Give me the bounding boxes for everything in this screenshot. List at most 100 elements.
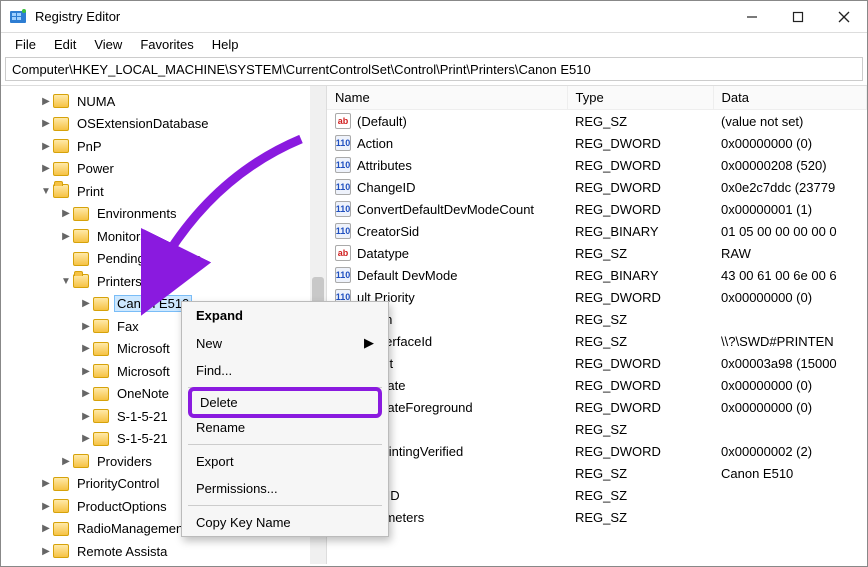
table-row[interactable]: abriptionREG_SZ [327,308,867,330]
tree-item[interactable]: Fax [115,319,141,334]
table-row[interactable]: abceInterfaceIdREG_SZ\\?\SWD#PRINTEN [327,330,867,352]
caret-right-icon[interactable]: ▶ [79,388,93,399]
ctx-rename[interactable]: Rename [182,414,388,441]
tree-item[interactable]: ProductOptions [75,499,169,514]
col-name[interactable]: Name [327,86,567,110]
table-row[interactable]: ab(Default)REG_SZ(value not set) [327,110,867,133]
caret-right-icon[interactable]: ▶ [39,478,53,489]
table-row[interactable]: abctGUIDREG_SZ [327,484,867,506]
value-type: REG_DWORD [567,352,713,374]
folder-icon [93,297,109,311]
regedit-app-icon [9,8,27,26]
value-list[interactable]: Name Type Data ab(Default)REG_SZ(value n… [327,86,867,564]
caret-right-icon[interactable]: ▶ [79,298,93,309]
menu-favorites[interactable]: Favorites [132,35,201,54]
tree-item[interactable]: Providers [95,454,154,469]
caret-right-icon[interactable]: ▶ [39,163,53,174]
context-menu: Expand New▶ Find... Delete Rename Export… [181,301,389,537]
ctx-copykey[interactable]: Copy Key Name [182,509,388,536]
value-type: REG_DWORD [567,198,713,220]
table-row[interactable]: abtionREG_SZ [327,418,867,440]
value-data [713,418,867,440]
close-button[interactable] [821,1,867,33]
ctx-expand[interactable]: Expand [182,302,388,329]
value-type: REG_DWORD [567,440,713,462]
col-data[interactable]: Data [713,86,867,110]
table-row[interactable]: 110ActionREG_DWORD0x00000000 (0) [327,132,867,154]
table-row[interactable]: abDatatypeREG_SZRAW [327,242,867,264]
maximize-button[interactable] [775,1,821,33]
table-row[interactable]: 110ConvertDefaultDevModeCountREG_DWORD0x… [327,198,867,220]
menu-edit[interactable]: Edit [46,35,84,54]
caret-right-icon[interactable]: ▶ [79,366,93,377]
col-type[interactable]: Type [567,86,713,110]
tree-item[interactable]: Microsoft [115,341,172,356]
value-type: REG_BINARY [567,220,713,242]
caret-right-icon[interactable]: ▶ [39,501,53,512]
table-row[interactable]: 110ChangeIDREG_DWORD0x0e2c7ddc (23779 [327,176,867,198]
caret-right-icon[interactable]: ▶ [39,118,53,129]
table-row[interactable]: 110ult PriorityREG_DWORD0x00000000 (0) [327,286,867,308]
table-row[interactable]: 110Default DevModeREG_BINARY43 00 61 00 … [327,264,867,286]
caret-right-icon[interactable]: ▶ [59,456,73,467]
table-row[interactable]: 110yUpdateForegroundREG_DWORD0x00000000 … [327,396,867,418]
ctx-new[interactable]: New▶ [182,329,388,357]
folder-icon [53,94,69,108]
tree-item[interactable]: Print [75,184,106,199]
tree-item[interactable]: Printers [95,274,144,289]
caret-right-icon[interactable]: ▶ [79,343,93,354]
caret-down-icon[interactable]: ▼ [59,276,73,287]
value-data: 0x00003a98 (15000 [713,352,867,374]
table-row[interactable]: 110yUpdateREG_DWORD0x00000000 (0) [327,374,867,396]
folder-icon [53,544,69,558]
value-type: REG_DWORD [567,132,713,154]
table-row[interactable]: abeREG_SZCanon E510 [327,462,867,484]
caret-right-icon[interactable]: ▶ [79,411,93,422]
tree-item[interactable]: RadioManagement [75,521,189,536]
tree-item[interactable]: OneNote [115,386,171,401]
menu-help[interactable]: Help [204,35,247,54]
value-data: 01 05 00 00 00 00 0 [713,220,867,242]
menu-view[interactable]: View [86,35,130,54]
ctx-permissions[interactable]: Permissions... [182,475,388,502]
caret-right-icon[interactable]: ▶ [59,231,73,242]
tree-item[interactable]: Environments [95,206,178,221]
tree-item[interactable]: PnP [75,139,104,154]
ctx-find[interactable]: Find... [182,357,388,384]
separator [188,444,382,445]
caret-right-icon[interactable]: ▶ [39,96,53,107]
tree-item[interactable]: NUMA [75,94,117,109]
value-data: RAW [713,242,867,264]
folder-icon [53,139,69,153]
tree-item[interactable]: OSExtensionDatabase [75,116,211,131]
table-row[interactable]: 110meoutREG_DWORD0x00003a98 (15000 [327,352,867,374]
tree-item[interactable]: Microsoft [115,364,172,379]
tree-item[interactable]: S-1-5-21 [115,409,170,424]
tree-item[interactable]: Remote Assista [75,544,169,559]
address-text: Computer\HKEY_LOCAL_MACHINE\SYSTEM\Curre… [12,62,591,77]
caret-down-icon[interactable]: ▼ [39,186,53,197]
caret-right-icon[interactable]: ▶ [39,546,53,557]
caret-right-icon[interactable]: ▶ [59,208,73,219]
table-row[interactable]: 110ernPrintingVerifiedREG_DWORD0x0000000… [327,440,867,462]
caret-right-icon[interactable]: ▶ [39,523,53,534]
value-data [713,308,867,330]
value-data: 43 00 61 00 6e 00 6 [713,264,867,286]
caret-right-icon[interactable]: ▶ [79,321,93,332]
caret-right-icon[interactable]: ▶ [39,141,53,152]
tree-item[interactable]: Monitors [95,229,149,244]
tree-item[interactable]: PendingUpgrades [95,251,203,266]
menu-file[interactable]: File [7,35,44,54]
tree-item[interactable]: Power [75,161,116,176]
binary-value-icon: 110 [335,223,351,239]
tree-item-selected[interactable]: Canon E510 [115,296,191,311]
address-bar[interactable]: Computer\HKEY_LOCAL_MACHINE\SYSTEM\Curre… [5,57,863,81]
tree-item[interactable]: S-1-5-21 [115,431,170,446]
tree-item[interactable]: PriorityControl [75,476,161,491]
table-row[interactable]: 110AttributesREG_DWORD0x00000208 (520) [327,154,867,176]
table-row[interactable]: abParametersREG_SZ [327,506,867,528]
table-row[interactable]: 110CreatorSidREG_BINARY01 05 00 00 00 00… [327,220,867,242]
ctx-export[interactable]: Export [182,448,388,475]
minimize-button[interactable] [729,1,775,33]
caret-right-icon[interactable]: ▶ [79,433,93,444]
